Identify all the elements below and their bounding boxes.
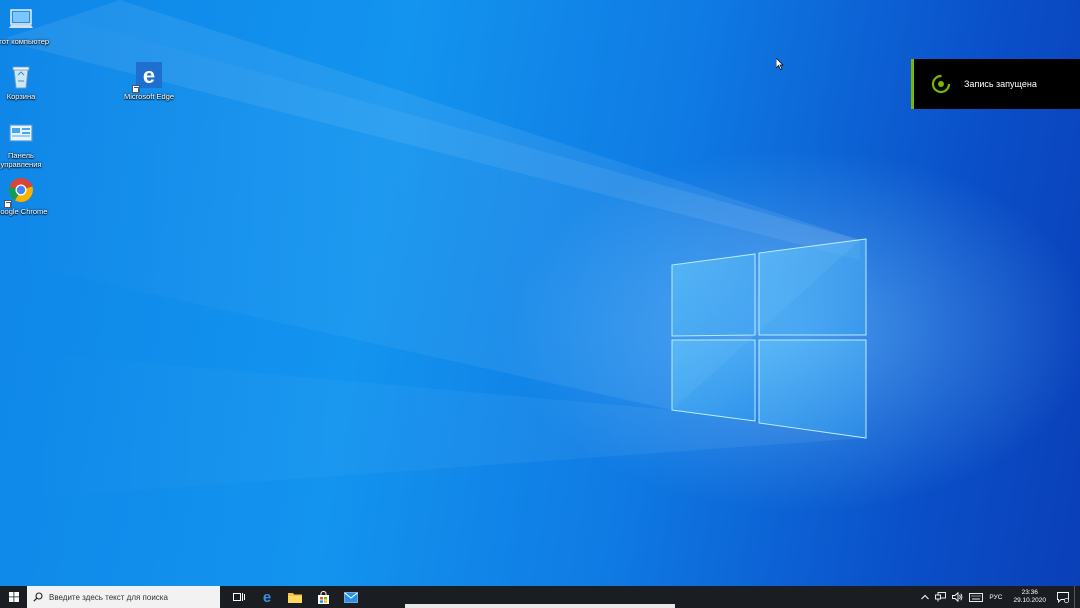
keyboard-button[interactable]: [966, 586, 986, 608]
taskbar-file-explorer-button[interactable]: [281, 586, 309, 608]
desktop-icon-microsoft-edge[interactable]: e Microsoft Edge: [119, 61, 179, 102]
speaker-icon: [952, 592, 963, 602]
task-view-icon: [233, 593, 245, 601]
edge-icon: e: [263, 590, 271, 604]
windows-logo-icon: [8, 592, 19, 602]
start-button[interactable]: [0, 586, 27, 608]
notification-icon: [1057, 591, 1069, 603]
system-tray: РУС 23:36 29.10.2020: [918, 586, 1080, 608]
search-placeholder: Введите здесь текст для поиска: [49, 592, 168, 602]
edge-icon: e: [132, 61, 164, 93]
desktop[interactable]: Этот компьютер Корзина Панель управления: [0, 0, 1080, 586]
clock-date: 29.10.2020: [1013, 597, 1046, 604]
desktop-icon-recycle-bin[interactable]: Корзина: [0, 61, 51, 102]
record-icon: [931, 74, 951, 94]
taskbar-store-button[interactable]: [309, 586, 337, 608]
taskbar-hover-preview: [405, 604, 675, 608]
mouse-cursor-icon: [776, 58, 784, 70]
taskbar-edge-button[interactable]: e: [253, 586, 281, 608]
chevron-up-icon: [921, 594, 930, 600]
computer-icon: [6, 6, 36, 36]
chrome-icon: [4, 176, 36, 208]
shortcut-arrow-icon: [132, 85, 140, 93]
keyboard-icon: [969, 592, 984, 602]
search-box[interactable]: Введите здесь текст для поиска: [27, 586, 220, 608]
task-view-button[interactable]: [225, 586, 253, 608]
svg-text:e: e: [143, 63, 155, 88]
taskbar-mail-button[interactable]: [337, 586, 365, 608]
clock[interactable]: 23:36 29.10.2020: [1005, 586, 1054, 608]
toast-message: Запись запущена: [964, 79, 1037, 89]
desktop-icon-label: Корзина: [6, 92, 36, 101]
input-language: РУС: [989, 593, 1003, 601]
volume-button[interactable]: [949, 586, 966, 608]
recording-toast[interactable]: Запись запущена: [911, 59, 1080, 109]
svg-text:e: e: [263, 590, 271, 604]
mail-icon: [344, 591, 358, 603]
desktop-icon-google-chrome[interactable]: Google Chrome: [0, 176, 51, 217]
folder-icon: [288, 593, 302, 603]
input-language-button[interactable]: РУС: [986, 586, 1005, 608]
action-center-button[interactable]: [1054, 586, 1072, 608]
show-hidden-icons-button[interactable]: [918, 586, 932, 608]
control-panel-icon: [6, 120, 36, 150]
desktop-icon-this-pc[interactable]: Этот компьютер: [0, 6, 51, 47]
desktop-icon-label: Google Chrome: [0, 207, 48, 216]
network-icon: [935, 592, 947, 602]
desktop-icon-label: Microsoft Edge: [123, 92, 175, 101]
show-desktop-button[interactable]: [1074, 586, 1080, 608]
recycle-bin-icon: [6, 61, 36, 91]
desktop-icon-label: Этот компьютер: [0, 37, 50, 46]
desktop-icon-label: Панель управления: [0, 151, 42, 169]
clock-time: 23:36: [1021, 589, 1038, 596]
network-button[interactable]: [932, 586, 949, 608]
search-icon: [33, 592, 43, 602]
store-bag-icon: [317, 590, 329, 604]
desktop-icon-control-panel[interactable]: Панель управления: [0, 120, 51, 169]
shortcut-arrow-icon: [4, 200, 12, 208]
